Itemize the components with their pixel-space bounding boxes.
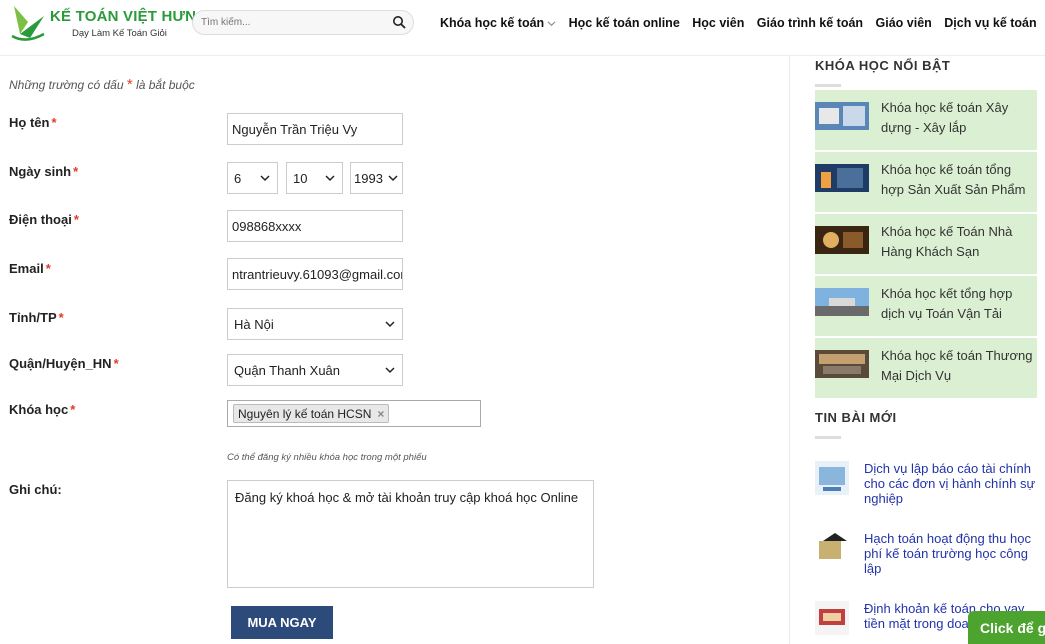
heading-underline [815, 84, 841, 87]
featured-course-item[interactable]: Khóa học kế toán Thương Mại Dịch Vụ [815, 338, 1037, 399]
phone-input[interactable]: 098868xxxx [227, 210, 403, 242]
site-header: KẾ TOÁN VIỆT HƯNG Dạy Làm Kế Toán Giỏi K… [0, 0, 1045, 56]
search-icon[interactable] [392, 15, 406, 29]
label-text: Ngày sinh [9, 164, 72, 179]
nav-item-services[interactable]: Dịch vụ kế toán [944, 16, 1036, 30]
nav-item-teachers[interactable]: Giáo viên [876, 16, 932, 30]
buy-now-button[interactable]: MUA NGAY [231, 606, 333, 639]
birth-year-select[interactable]: 1993 [350, 162, 403, 194]
required-star: * [70, 402, 76, 417]
course-thumbnail [815, 164, 869, 192]
chevron-down-icon [385, 321, 395, 328]
course-label: Khóa học * [9, 402, 75, 417]
featured-course-item[interactable]: Khóa học kế toán tổng hợp Sản Xuất Sản P… [815, 152, 1037, 213]
heading-underline [815, 436, 841, 439]
news-title[interactable]: Hạch toán hoạt động thu học phí kế toán … [864, 531, 1036, 576]
birth-month-select[interactable]: 10 [286, 162, 343, 194]
city-label: Tỉnh/TP * [9, 310, 64, 325]
birth-day-select[interactable]: 6 [227, 162, 278, 194]
contact-cta-button[interactable]: Click để gửi [968, 611, 1045, 644]
search-box [192, 10, 414, 35]
course-thumbnail [815, 102, 869, 130]
chevron-down-icon [260, 175, 270, 182]
nav-label: Khóa học kế toán [440, 16, 545, 30]
nav-item-students[interactable]: Học viên [692, 16, 744, 30]
note-label: Ghi chú: [9, 482, 62, 497]
label-text: Tỉnh/TP [9, 310, 57, 325]
course-title: Khóa học kế toán Xây dựng - Xây lắp [881, 100, 1009, 135]
course-title: Khóa học kế toán tổng hợp Sản Xuất Sản P… [881, 162, 1026, 197]
course-thumbnail [815, 350, 869, 378]
district-label: Quận/Huyện_HN * [9, 356, 119, 371]
sidebar-divider [789, 56, 790, 644]
nav-item-textbooks[interactable]: Giáo trình kế toán [757, 16, 863, 30]
select-value: Hà Nội [234, 316, 274, 332]
chevron-down-icon [547, 21, 556, 27]
fullname-input[interactable]: Nguyễn Trần Triệu Vy [227, 113, 403, 145]
email-label: Email * [9, 261, 51, 276]
select-value: Quận Thanh Xuân [234, 362, 341, 378]
district-select[interactable]: Quận Thanh Xuân [227, 354, 403, 386]
select-value: 6 [234, 170, 242, 186]
label-text: Điện thoại [9, 212, 72, 227]
course-hint: Có thể đăng ký nhiều khóa học trong một … [227, 452, 427, 463]
news-thumbnail [815, 461, 849, 495]
nav-item-online[interactable]: Học kế toán online [569, 16, 680, 30]
required-star: * [58, 310, 64, 325]
brand-logo[interactable]: KẾ TOÁN VIỆT HƯNG Dạy Làm Kế Toán Giỏi [10, 4, 208, 44]
chevron-down-icon [325, 175, 335, 182]
featured-heading: KHÓA HỌC NỔI BẬT [815, 58, 951, 73]
required-star: * [45, 261, 51, 276]
course-title: Khóa học kết tổng hợp dịch vụ Toán Vận T… [881, 286, 1013, 321]
fullname-label: Họ tên * [9, 115, 57, 130]
course-title: Khóa học kế Toán Nhà Hàng Khách Sạn [881, 224, 1013, 259]
remove-tag-icon[interactable]: × [377, 407, 384, 421]
news-heading: TIN BÀI MỚI [815, 410, 897, 425]
required-star: * [73, 212, 79, 227]
required-star: * [113, 356, 119, 371]
chevron-down-icon [385, 367, 395, 374]
logo-leaf-icon [11, 6, 45, 41]
news-thumbnail [815, 531, 849, 565]
featured-course-item[interactable]: Khóa học kế Toán Nhà Hàng Khách Sạn [815, 214, 1037, 275]
required-note-text-2: là bắt buộc [136, 78, 195, 92]
note-textarea[interactable]: Đăng ký khoá học & mở tài khoản truy cập… [227, 480, 594, 588]
brand-name: KẾ TOÁN VIỆT HƯNG [50, 8, 209, 25]
chevron-down-icon [388, 175, 398, 182]
label-text: Quận/Huyện_HN [9, 356, 112, 371]
main-nav: Khóa học kế toán Học kế toán online Học … [440, 14, 1045, 32]
course-tag: Nguyên lý kế toán HCSN × [233, 404, 390, 423]
nav-item-accounting-courses[interactable]: Khóa học kế toán [440, 16, 556, 30]
course-thumbnail [815, 226, 869, 254]
news-title[interactable]: Dịch vụ lập báo cáo tài chính cho các đơ… [864, 461, 1036, 506]
course-title: Khóa học kế toán Thương Mại Dịch Vụ [881, 348, 1033, 383]
news-thumbnail [815, 601, 849, 635]
required-note-text: Những trường có dấu [9, 78, 124, 92]
label-text: Họ tên [9, 115, 50, 130]
city-select[interactable]: Hà Nội [227, 308, 403, 340]
required-star: * [73, 164, 79, 179]
featured-course-item[interactable]: Khóa học kế toán Xây dựng - Xây lắp [815, 90, 1037, 151]
select-value: 10 [293, 170, 308, 186]
required-note: Những trường có dấu * là bắt buộc [9, 76, 195, 93]
phone-label: Điện thoại * [9, 212, 79, 227]
birthdate-label: Ngày sinh * [9, 164, 78, 179]
email-input[interactable]: ntrantrieuvy.61093@gmail.com [227, 258, 403, 290]
brand-tagline: Dạy Làm Kế Toán Giỏi [72, 28, 167, 39]
label-text: Email [9, 261, 44, 276]
label-text: Khóa học [9, 402, 69, 417]
required-star: * [51, 115, 57, 130]
featured-course-item[interactable]: Khóa học kết tổng hợp dịch vụ Toán Vận T… [815, 276, 1037, 337]
search-input[interactable] [201, 14, 391, 31]
required-star: * [126, 76, 133, 93]
course-tag-label: Nguyên lý kế toán HCSN [238, 406, 372, 421]
course-multiselect[interactable]: Nguyên lý kế toán HCSN × [227, 400, 481, 427]
course-thumbnail [815, 288, 869, 316]
select-value: 1993 [354, 170, 383, 186]
